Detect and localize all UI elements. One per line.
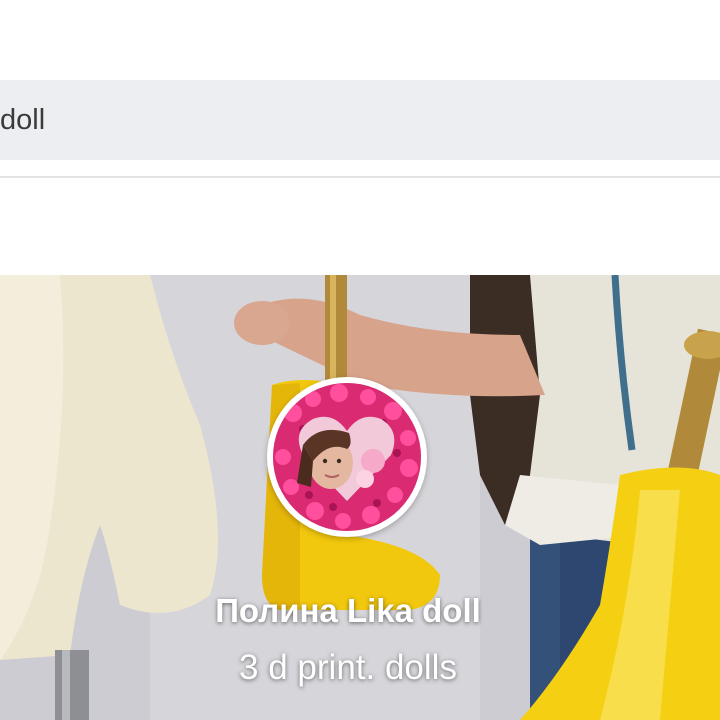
- avatar[interactable]: [267, 377, 427, 537]
- search-input[interactable]: doll: [0, 80, 720, 160]
- divider: [0, 176, 720, 178]
- profile-bio: 3 d print. dolls: [239, 648, 457, 687]
- avatar-photo-icon: [273, 383, 421, 531]
- profile-name: Полина Lika doll: [215, 592, 481, 629]
- search-query-text: doll: [0, 104, 46, 136]
